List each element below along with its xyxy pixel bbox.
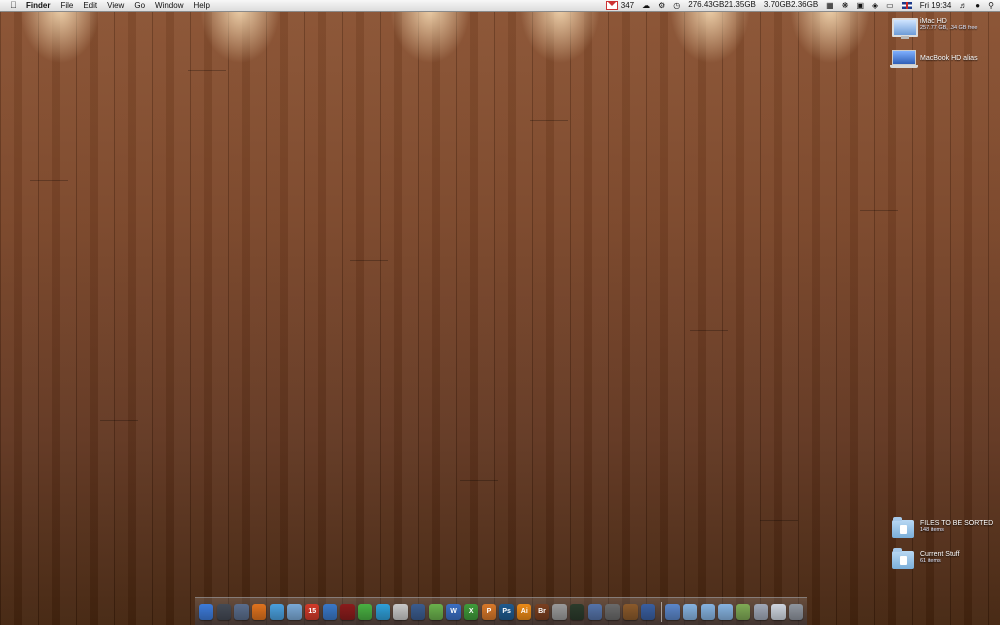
utilities-icon[interactable] xyxy=(605,603,620,620)
grid-icon[interactable]: ▦ xyxy=(826,0,834,11)
screen-icon[interactable] xyxy=(771,603,786,620)
menu-edit[interactable]: Edit xyxy=(83,0,97,11)
volume-icon[interactable]: ♬ xyxy=(959,0,967,11)
drive-info: 257.77 GB, .34 GB free xyxy=(920,25,978,31)
macbook-icon xyxy=(890,50,918,72)
lock-icon[interactable]: ▣ xyxy=(856,0,864,11)
safari-icon[interactable] xyxy=(269,603,285,620)
activity-monitor-icon[interactable] xyxy=(570,603,585,620)
spotlight-search-icon[interactable]: ⚲ xyxy=(988,0,994,11)
display-icon[interactable]: ▭ xyxy=(886,0,894,11)
menu-file[interactable]: File xyxy=(60,0,73,11)
spaces-icon[interactable] xyxy=(234,603,249,620)
facetime-icon[interactable] xyxy=(358,603,373,620)
dock-separator[interactable] xyxy=(661,601,663,622)
drive-label: MacBook HD alias xyxy=(920,55,978,62)
status-menus: 347 ☁ ⚙ ◷ 276.43GB 21.35GB 3.70GB 2.36GB… xyxy=(598,0,994,11)
menu-help[interactable]: Help xyxy=(193,0,209,11)
desktop-icon-files-to-be-sorted[interactable]: FILES TO BE SORTED 148 items xyxy=(892,516,993,538)
script-editor-icon[interactable] xyxy=(393,603,408,620)
desktop-wallpaper xyxy=(0,0,1000,625)
messenger-icon[interactable] xyxy=(375,603,391,620)
gmail-notifier[interactable]: 347 xyxy=(605,0,635,11)
folder-icon[interactable] xyxy=(700,603,716,620)
illustrator-icon[interactable]: Ai xyxy=(517,603,532,620)
folder-icon xyxy=(892,516,916,538)
bridge-icon[interactable]: Br xyxy=(534,603,550,620)
word-icon[interactable]: W xyxy=(446,603,461,620)
imac-icon xyxy=(892,18,918,40)
desktop-icon-imac-hd[interactable]: iMac HD 257.77 GB, .34 GB free xyxy=(892,18,977,40)
photoshop-icon[interactable]: Ps xyxy=(499,603,514,620)
folder-item-count: 148 items xyxy=(920,527,944,533)
drive-label: iMac HD xyxy=(920,18,947,25)
calendar-icon[interactable]: 15 xyxy=(305,603,320,620)
downloads-icon[interactable] xyxy=(753,603,769,620)
apple-menu-icon[interactable]:  xyxy=(10,0,20,11)
folder-item-count: 61 items xyxy=(920,558,941,564)
desktop-icon-macbook-hd-alias[interactable]: MacBook HD alias xyxy=(890,50,978,72)
time-machine-icon[interactable]: ◷ xyxy=(673,0,680,11)
firefox-icon[interactable] xyxy=(252,603,267,620)
powerpoint-icon[interactable]: P xyxy=(481,603,497,620)
dashboard-icon[interactable] xyxy=(216,603,232,620)
input-source-flag-icon[interactable] xyxy=(901,2,912,9)
system-preferences-icon[interactable] xyxy=(552,603,567,620)
folder-icon[interactable] xyxy=(683,603,698,620)
folder-icon[interactable] xyxy=(718,603,733,620)
disk-stat: 21.35GB xyxy=(724,0,756,10)
trash-icon[interactable] xyxy=(789,603,804,620)
gear-icon[interactable]: ⚙ xyxy=(658,0,665,11)
folder-label: Current Stuff xyxy=(920,551,960,558)
menu-bar:  Finder File Edit View Go Window Help 3… xyxy=(0,0,1000,12)
user-icon[interactable]: ● xyxy=(975,0,980,11)
plant-icon[interactable] xyxy=(428,603,444,620)
xcode-icon[interactable] xyxy=(640,603,656,620)
coffee-icon[interactable] xyxy=(623,603,638,620)
documents-icon[interactable] xyxy=(736,603,751,620)
gmail-count: 347 xyxy=(620,1,635,10)
dock: 15 W X P Ps Ai Br xyxy=(195,597,807,625)
photo-booth-icon[interactable] xyxy=(340,603,355,620)
app-menu[interactable]: Finder xyxy=(26,0,50,11)
mail-icon[interactable] xyxy=(287,603,302,620)
bluetooth-icon[interactable]: ❋ xyxy=(842,0,849,11)
disk-stat: 2.36GB xyxy=(791,0,819,10)
wifi-icon[interactable]: ◈ xyxy=(872,0,878,11)
monitor-icon[interactable] xyxy=(665,603,680,620)
menu-window[interactable]: Window xyxy=(155,0,183,11)
disk-stats-b[interactable]: 3.70GB 2.36GB xyxy=(763,0,819,10)
menubar-clock[interactable]: Fri 19:34 xyxy=(920,0,952,11)
folder-icon xyxy=(892,547,916,569)
disk-stat: 276.43GB xyxy=(688,0,725,10)
excel-icon[interactable]: X xyxy=(464,603,479,620)
gmail-icon xyxy=(605,1,618,10)
disk-stat: 3.70GB xyxy=(763,0,792,10)
itunes-icon[interactable] xyxy=(322,603,338,620)
preview-icon[interactable] xyxy=(411,603,426,620)
sync-icon[interactable]: ☁ xyxy=(642,0,650,11)
disk-stats-a[interactable]: 276.43GB 21.35GB xyxy=(688,0,756,10)
menu-go[interactable]: Go xyxy=(134,0,145,11)
folder-label: FILES TO BE SORTED xyxy=(920,520,994,527)
menu-view[interactable]: View xyxy=(107,0,124,11)
finder-icon[interactable] xyxy=(199,603,214,620)
desktop-icon-current-stuff[interactable]: Current Stuff 61 items xyxy=(892,547,960,569)
imovie-icon[interactable] xyxy=(587,603,603,620)
